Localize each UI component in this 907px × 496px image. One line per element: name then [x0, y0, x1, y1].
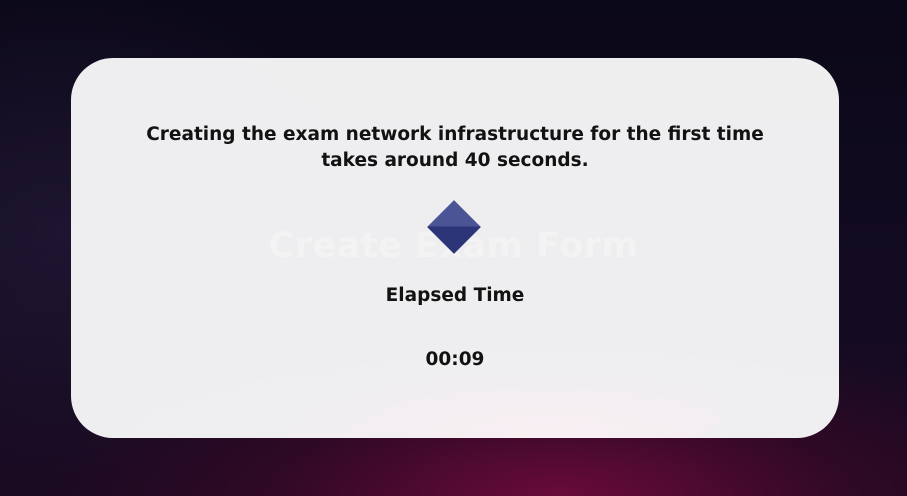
elapsed-time-label: Elapsed Time	[385, 285, 525, 306]
spinner-shape	[427, 200, 481, 254]
diamond-spinner-icon	[427, 200, 481, 254]
loading-modal: Creating the exam network infrastructure…	[71, 58, 839, 438]
elapsed-time-value: 00:09	[425, 349, 485, 370]
loading-message: Creating the exam network infrastructure…	[146, 124, 764, 171]
modal-glow	[271, 368, 729, 438]
